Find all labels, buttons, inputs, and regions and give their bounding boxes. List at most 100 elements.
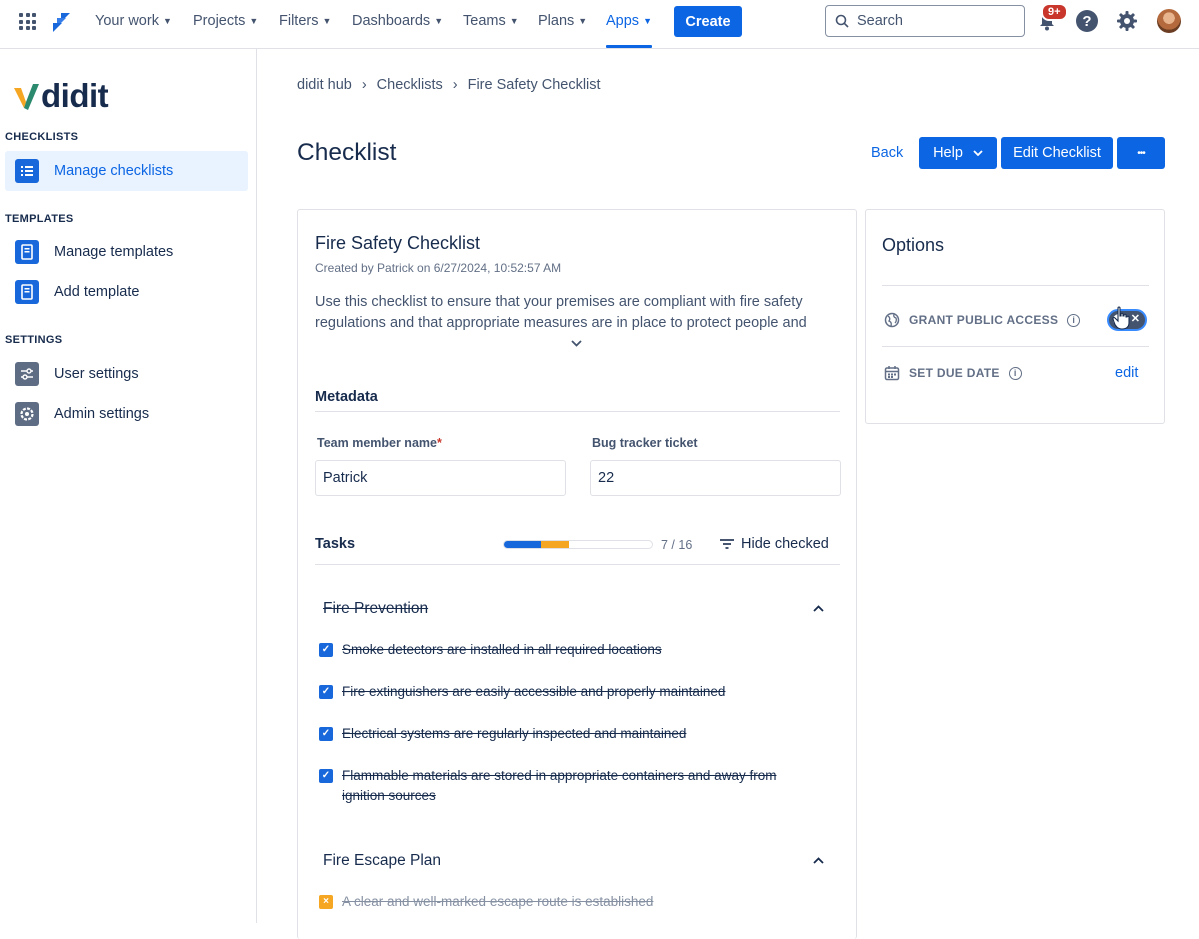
breadcrumb: didit hub › Checklists › Fire Safety Che… <box>297 77 601 93</box>
task-group-title[interactable]: Fire Prevention <box>323 600 428 618</box>
progress-partial-segment <box>541 541 569 548</box>
chevron-down-icon: ▼ <box>509 16 519 26</box>
divider <box>882 346 1149 347</box>
didit-logo[interactable]: didit <box>13 77 109 115</box>
task-item: ✓ Smoke detectors are installed in all r… <box>319 640 799 660</box>
bug-tracker-ticket-field[interactable]: 22 <box>590 460 841 496</box>
options-panel: Options GRANT PUBLIC ACCESS i ✕ SET DUE … <box>865 209 1165 424</box>
gear-icon <box>15 402 39 426</box>
breadcrumb-separator: › <box>452 77 458 93</box>
divider <box>882 285 1149 286</box>
chevron-down-icon: ▼ <box>578 16 588 26</box>
checkbox-checked-icon[interactable]: ✓ <box>319 685 333 699</box>
close-icon: ✕ <box>1130 313 1140 325</box>
template-icon <box>15 240 39 264</box>
divider <box>315 564 840 565</box>
help-icon[interactable]: ? <box>1076 10 1098 32</box>
globe-icon <box>884 312 900 328</box>
nav-plans[interactable]: Plans ▼ <box>538 0 587 42</box>
user-avatar[interactable] <box>1157 9 1181 33</box>
task-item: ✓ Fire extinguishers are easily accessib… <box>319 682 799 702</box>
didit-logo-mark-icon <box>14 84 39 110</box>
nav-teams[interactable]: Teams ▼ <box>463 0 519 42</box>
options-title: Options <box>882 235 945 255</box>
brand-name: didit <box>41 77 109 114</box>
filter-icon <box>720 539 734 549</box>
grant-public-access-row: GRANT PUBLIC ACCESS i <box>884 312 1081 328</box>
back-button[interactable]: Back <box>871 145 903 161</box>
checkbox-checked-icon[interactable]: ✓ <box>319 769 333 783</box>
sidebar: didit CHECKLISTS Manage checklists TEMPL… <box>0 49 257 923</box>
task-group-title[interactable]: Fire Escape Plan <box>323 852 441 870</box>
checklist-icon <box>15 159 39 183</box>
task-item: × A clear and well-marked escape route i… <box>319 892 799 912</box>
page-title: Checklist <box>297 139 397 166</box>
expand-description-chevron-icon[interactable] <box>571 338 582 350</box>
nav-dashboards[interactable]: Dashboards ▼ <box>352 0 443 42</box>
checklist-description: Use this checklist to ensure that your p… <box>315 294 807 331</box>
hand-cursor-icon <box>1112 306 1130 330</box>
search-input[interactable]: Search <box>825 5 1025 37</box>
breadcrumb-didit-hub[interactable]: didit hub <box>297 77 352 93</box>
section-title-checklists: CHECKLISTS <box>5 131 79 143</box>
info-icon[interactable]: i <box>1067 313 1081 327</box>
team-member-name-label: Team member name* <box>317 436 442 450</box>
progress-count: 7 / 16 <box>661 538 693 552</box>
checkbox-checked-icon[interactable]: ✓ <box>319 727 333 741</box>
breadcrumb-separator: › <box>361 77 367 93</box>
sidebar-item-user-settings[interactable]: User settings <box>5 354 248 394</box>
jira-logo-icon[interactable] <box>50 11 72 33</box>
sliders-icon <box>15 362 39 386</box>
required-marker: * <box>436 436 442 450</box>
info-icon[interactable]: i <box>1008 366 1022 380</box>
progress-done-segment <box>504 541 541 548</box>
team-member-name-field[interactable]: Patrick <box>315 460 566 496</box>
checklist-title: Fire Safety Checklist <box>315 233 481 253</box>
notification-badge: 9+ <box>1041 3 1068 21</box>
chevron-up-icon[interactable] <box>813 600 824 615</box>
checkbox-checked-icon[interactable]: ✓ <box>319 643 333 657</box>
sidebar-item-manage-templates[interactable]: Manage templates <box>5 232 248 272</box>
task-item: ✓ Flammable materials are stored in appr… <box>319 766 789 806</box>
breadcrumb-current[interactable]: Fire Safety Checklist <box>468 77 601 93</box>
template-icon <box>15 280 39 304</box>
checklist-created-info: Created by Patrick on 6/27/2024, 10:52:5… <box>315 261 562 275</box>
bug-tracker-ticket-label: Bug tracker ticket <box>592 436 698 450</box>
sidebar-item-add-template[interactable]: Add template <box>5 272 248 312</box>
metadata-heading: Metadata <box>315 389 378 405</box>
checklist-card: Fire Safety Checklist Created by Patrick… <box>297 209 857 939</box>
chevron-up-icon[interactable] <box>813 852 824 867</box>
sidebar-item-admin-settings[interactable]: Admin settings <box>5 394 248 434</box>
create-button[interactable]: Create <box>674 6 742 37</box>
chevron-down-icon: ▼ <box>434 16 444 26</box>
sidebar-item-manage-checklists[interactable]: Manage checklists <box>5 151 248 191</box>
chevron-down-icon: ▼ <box>643 16 652 26</box>
nav-filters[interactable]: Filters ▼ <box>279 0 331 42</box>
more-actions-button[interactable]: ••• <box>1117 137 1165 169</box>
tasks-heading: Tasks <box>315 536 356 552</box>
set-due-date-row: SET DUE DATE i <box>884 365 1022 381</box>
checkbox-not-applicable-icon[interactable]: × <box>319 895 333 909</box>
app-switcher-icon[interactable] <box>19 13 36 30</box>
section-title-templates: TEMPLATES <box>5 213 74 225</box>
nav-apps[interactable]: Apps ▼ <box>606 0 652 48</box>
divider <box>315 411 840 412</box>
settings-gear-icon[interactable] <box>1116 10 1138 32</box>
nav-projects[interactable]: Projects ▼ <box>193 0 258 42</box>
nav-your-work[interactable]: Your work ▼ <box>95 0 172 42</box>
search-icon <box>835 14 849 28</box>
main-content: didit hub › Checklists › Fire Safety Che… <box>257 49 1199 939</box>
chevron-down-icon: ▼ <box>322 16 332 26</box>
calendar-icon <box>884 366 900 381</box>
breadcrumb-checklists[interactable]: Checklists <box>377 77 443 93</box>
help-button[interactable]: Help <box>919 137 997 169</box>
chevron-down-icon: ▼ <box>162 16 172 26</box>
chevron-down-icon: ▼ <box>249 16 259 26</box>
edit-checklist-button[interactable]: Edit Checklist <box>1001 137 1113 169</box>
section-title-settings: SETTINGS <box>5 334 63 346</box>
task-item: ✓ Electrical systems are regularly inspe… <box>319 724 799 744</box>
top-navigation: Your work ▼ Projects ▼ Filters ▼ Dashboards… <box>0 0 1199 49</box>
edit-due-date-link[interactable]: edit <box>1115 365 1138 381</box>
tasks-progress-bar <box>503 540 653 549</box>
hide-checked-button[interactable]: Hide checked <box>719 536 829 552</box>
